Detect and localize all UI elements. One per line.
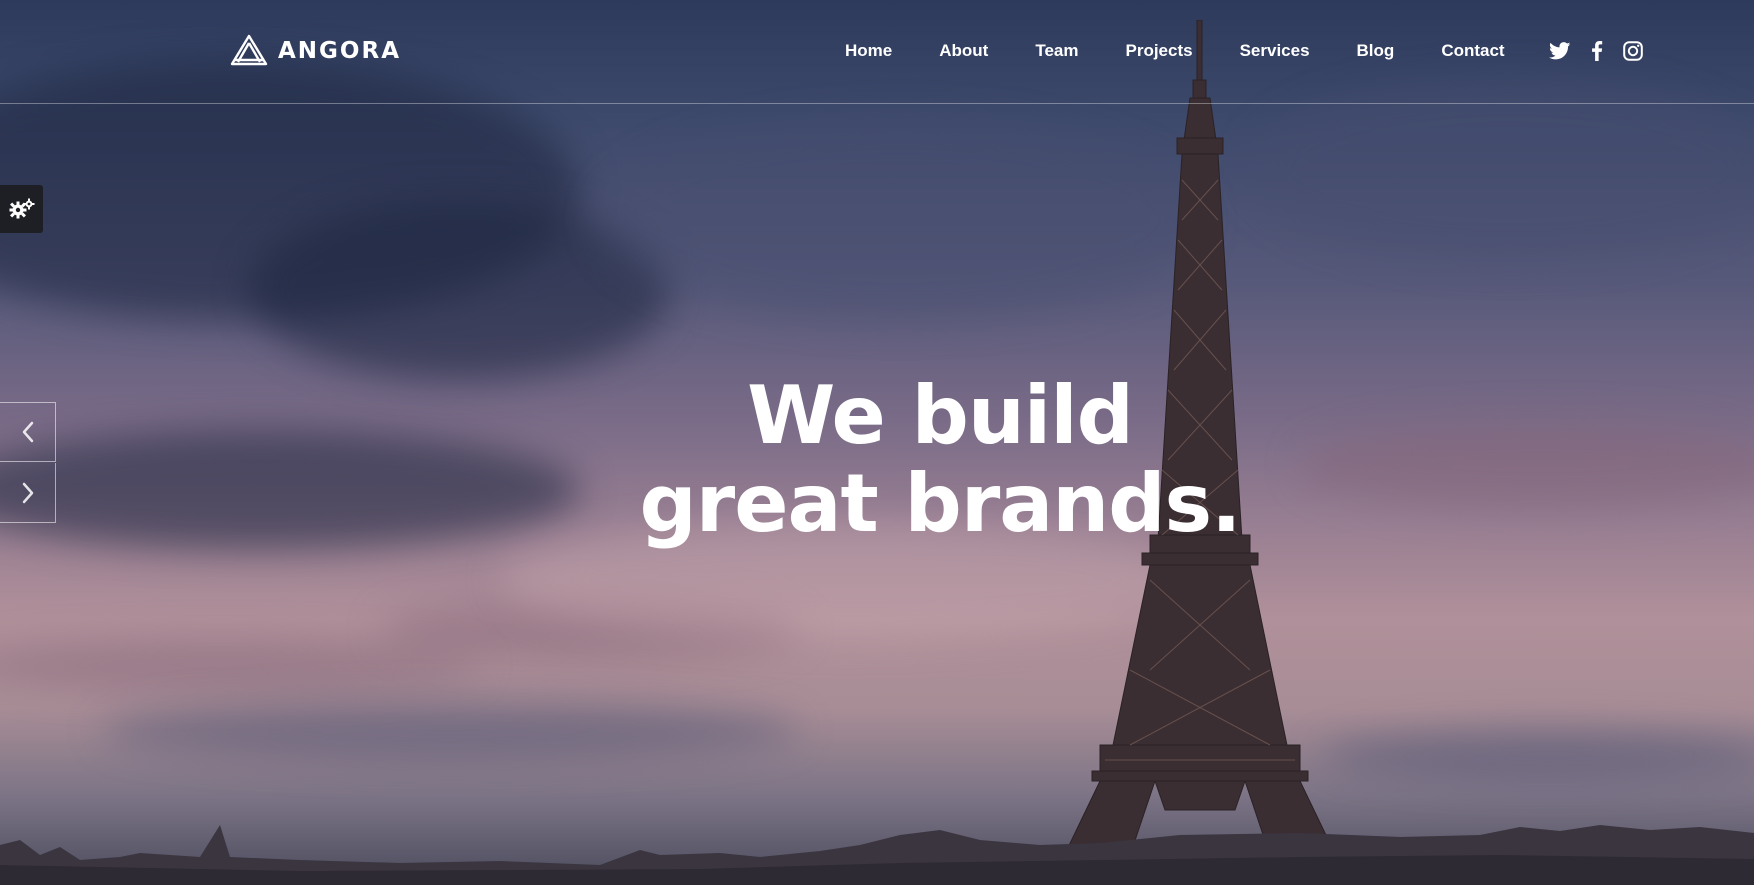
social-links [1549, 41, 1643, 61]
slider-next-button[interactable] [0, 463, 56, 523]
gears-icon [9, 198, 34, 219]
nav-item-services[interactable]: Services [1240, 41, 1310, 61]
twitter-icon[interactable] [1549, 42, 1571, 60]
main-nav: Home About Team Projects Services Blog C… [845, 41, 1505, 61]
hero-headline-line-1: We build [747, 369, 1134, 462]
background-cloud [0, 430, 580, 550]
angora-logo-icon [230, 34, 268, 66]
hero-headline: We build great brands. [520, 372, 1360, 548]
city-skyline-image [0, 825, 1754, 885]
settings-toggle-button[interactable] [0, 185, 43, 233]
nav-item-blog[interactable]: Blog [1357, 41, 1395, 61]
facebook-icon[interactable] [1591, 41, 1603, 61]
site-header: ANGORA Home About Team Projects Services… [0, 0, 1754, 104]
nav-item-projects[interactable]: Projects [1125, 41, 1192, 61]
brand-name: ANGORA [278, 38, 401, 64]
instagram-icon[interactable] [1623, 41, 1643, 61]
nav-item-about[interactable]: About [939, 41, 988, 61]
brand-logo[interactable]: ANGORA [230, 34, 401, 68]
background-cloud [1320, 730, 1754, 780]
hero-headline-line-2: great brands. [639, 457, 1242, 550]
nav-item-team[interactable]: Team [1035, 41, 1078, 61]
hero-section: ANGORA Home About Team Projects Services… [0, 0, 1754, 885]
chevron-right-icon [22, 482, 33, 503]
background-cloud [0, 640, 480, 690]
chevron-left-icon [22, 421, 33, 443]
nav-item-home[interactable]: Home [845, 41, 892, 61]
nav-item-contact[interactable]: Contact [1441, 41, 1504, 61]
background-cloud [100, 700, 800, 760]
slider-prev-button[interactable] [0, 402, 56, 462]
